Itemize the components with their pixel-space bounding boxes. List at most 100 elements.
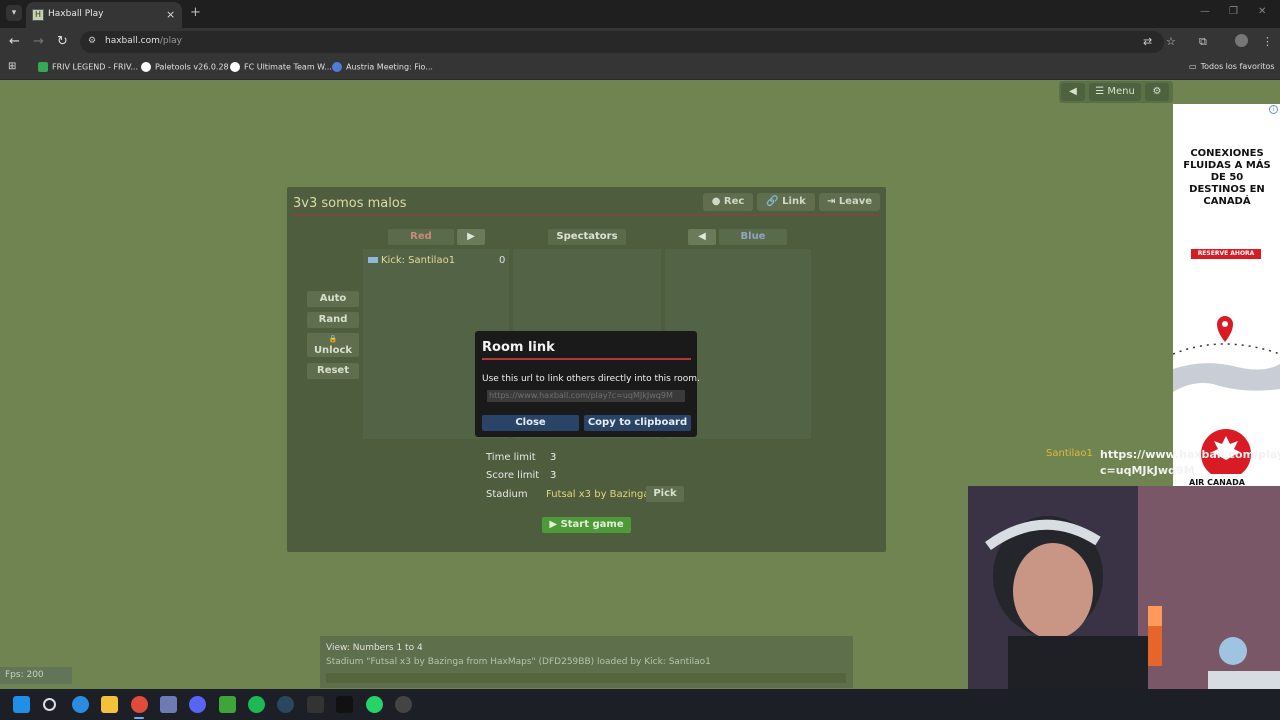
unlock-label: Unlock <box>313 345 353 356</box>
bookmark-friv[interactable]: FRIV LEGEND - FRIV... <box>38 62 138 72</box>
move-to-red-button[interactable]: ▶ <box>457 229 485 245</box>
maximize-icon[interactable]: ❐ <box>1229 6 1238 17</box>
bookmark-label: Austria Meeting: Fio... <box>346 62 433 72</box>
translate-icon[interactable]: ⇄ <box>1143 35 1152 48</box>
whatsapp-icon[interactable] <box>366 696 383 713</box>
spectators-header[interactable]: Spectators <box>548 229 626 245</box>
spotify-icon[interactable] <box>248 696 265 713</box>
stadium-value: Futsal x3 by Bazinga ... <box>546 489 663 500</box>
time-limit-value[interactable]: 3 <box>550 452 556 463</box>
game-settings-button[interactable]: ⚙ <box>1145 83 1169 101</box>
ad-info-icon[interactable]: i <box>1269 105 1278 114</box>
chat-message: Stadium "Futsal x3 by Bazinga from HaxMa… <box>326 657 711 667</box>
room-title-divider <box>293 214 880 216</box>
new-tab-button[interactable]: + <box>190 5 201 20</box>
omnibox[interactable]: ⚙ haxball.com/play ⇄ <box>80 31 1164 53</box>
dialog-divider <box>482 358 691 360</box>
tab-search-icon[interactable]: ▾ <box>6 5 22 21</box>
store-icon[interactable] <box>160 696 177 713</box>
reload-icon[interactable]: ↻ <box>57 34 68 49</box>
move-to-blue-button[interactable]: ◀ <box>688 229 716 245</box>
player-score: 0 <box>499 255 506 266</box>
obs-icon[interactable] <box>395 696 412 713</box>
url-text: haxball.com/play <box>105 36 182 46</box>
bookmark-label: Paletools v26.0.28 <box>155 62 229 72</box>
game-top-menu: ◀ ☰ Menu ⚙ <box>1059 81 1173 103</box>
advertisement[interactable]: i CONEXIONES FLUIDAS A MÁS DE 50 DESTINO… <box>1173 104 1280 486</box>
ad-reserve-button[interactable]: RESERVE AHORA <box>1191 249 1261 259</box>
apps-grid-icon[interactable]: ⊞ <box>8 61 16 72</box>
all-bookmarks[interactable]: ▭ Todos los favoritos <box>1189 62 1275 71</box>
search-icon[interactable] <box>43 698 56 711</box>
close-window-icon[interactable]: ✕ <box>1258 6 1266 17</box>
tab-haxball[interactable]: H Haxball Play × <box>26 2 182 28</box>
active-app-indicator <box>134 717 144 719</box>
red-team-header[interactable]: Red <box>388 229 454 245</box>
all-bookmarks-label: Todos los favoritos <box>1200 62 1275 71</box>
epic-games-icon[interactable] <box>307 696 324 713</box>
stadium-label: Stadium <box>486 489 528 500</box>
bookmark-fc-ultimate[interactable]: FC Ultimate Team W... <box>230 62 332 72</box>
score-limit-value[interactable]: 3 <box>550 470 556 481</box>
blue-team-header[interactable]: Blue <box>719 229 787 245</box>
meeting-icon <box>332 62 342 72</box>
unlock-button[interactable]: 🔒 Unlock <box>307 333 359 357</box>
auto-button[interactable]: Auto <box>307 291 359 307</box>
minimize-icon[interactable]: — <box>1200 6 1210 17</box>
start-game-button[interactable]: ▶ Start game <box>542 517 631 533</box>
dialog-title: Room link <box>482 340 555 355</box>
profile-avatar[interactable] <box>1235 34 1248 47</box>
paletools-icon <box>141 62 151 72</box>
webcam-overlay <box>968 486 1280 690</box>
bookmark-star-icon[interactable]: ☆ <box>1166 35 1176 48</box>
forward-icon[interactable]: → <box>33 34 44 49</box>
url-path: /play <box>159 36 182 46</box>
steam-icon[interactable] <box>277 696 294 713</box>
dialog-text: Use this url to link others directly int… <box>482 374 700 384</box>
start-menu-icon[interactable] <box>13 696 30 713</box>
more-menu-icon[interactable]: ⋮ <box>1262 35 1273 48</box>
room-url-field[interactable]: https://www.haxball.com/play?c=uqMJkJwq9… <box>487 390 685 402</box>
discord-icon[interactable] <box>189 696 206 713</box>
menu-button[interactable]: ☰ Menu <box>1089 83 1141 101</box>
room-title: 3v3 somos malos <box>293 196 407 211</box>
url-host: haxball.com <box>105 36 160 46</box>
time-limit-label: Time limit <box>486 452 536 463</box>
link-button[interactable]: 🔗 Link <box>757 193 815 211</box>
ad-headline: CONEXIONES FLUIDAS A MÁS DE 50 DESTINOS … <box>1183 148 1271 207</box>
webcam-person-image <box>968 486 1280 690</box>
rand-button[interactable]: Rand <box>307 312 359 328</box>
rec-button[interactable]: ● Rec <box>703 193 753 211</box>
bookmark-label: FRIV LEGEND - FRIV... <box>52 62 139 72</box>
player-flag-icon <box>368 257 378 263</box>
windows-taskbar <box>0 689 1280 720</box>
chat-input[interactable] <box>326 673 846 683</box>
tab-close-icon[interactable]: × <box>166 8 175 21</box>
bookmark-paletools[interactable]: Paletools v26.0.28 <box>141 62 229 72</box>
reset-button[interactable]: Reset <box>307 363 359 379</box>
file-explorer-icon[interactable] <box>101 696 118 713</box>
ad-brand: AIR CANADA <box>1189 478 1245 486</box>
capcut-icon[interactable] <box>336 696 353 713</box>
close-button[interactable]: Close <box>482 415 579 431</box>
folder-icon: ▭ <box>1189 62 1197 71</box>
extensions-icon[interactable]: ⧉ <box>1199 35 1207 49</box>
fc-icon <box>230 62 240 72</box>
bookmark-austria-meeting[interactable]: Austria Meeting: Fio... <box>332 62 433 72</box>
player-row[interactable]: Kick: Santilao1 <box>368 255 455 266</box>
leave-button[interactable]: ⇥ Leave <box>819 193 880 211</box>
pick-stadium-button[interactable]: Pick <box>646 486 684 502</box>
site-info-icon[interactable]: ⚙ <box>88 36 100 48</box>
minecraft-icon[interactable] <box>219 696 236 713</box>
copy-to-clipboard-button[interactable]: Copy to clipboard <box>584 415 691 431</box>
bookmarks-bar: ⊞ FRIV LEGEND - FRIV... Paletools v26.0.… <box>0 56 1280 80</box>
chrome-icon[interactable] <box>131 696 148 713</box>
score-limit-label: Score limit <box>486 470 540 481</box>
room-link-dialog: Room link Use this url to link others di… <box>475 331 700 437</box>
player-name: Kick: Santilao1 <box>381 255 456 266</box>
sound-toggle-button[interactable]: ◀ <box>1061 83 1085 101</box>
overlay-chat-name: Santilao1 <box>1046 448 1093 459</box>
browser-tab-bar: ▾ H Haxball Play × + — ❐ ✕ <box>0 0 1280 28</box>
back-icon[interactable]: ← <box>9 34 20 49</box>
edge-icon[interactable] <box>72 696 89 713</box>
